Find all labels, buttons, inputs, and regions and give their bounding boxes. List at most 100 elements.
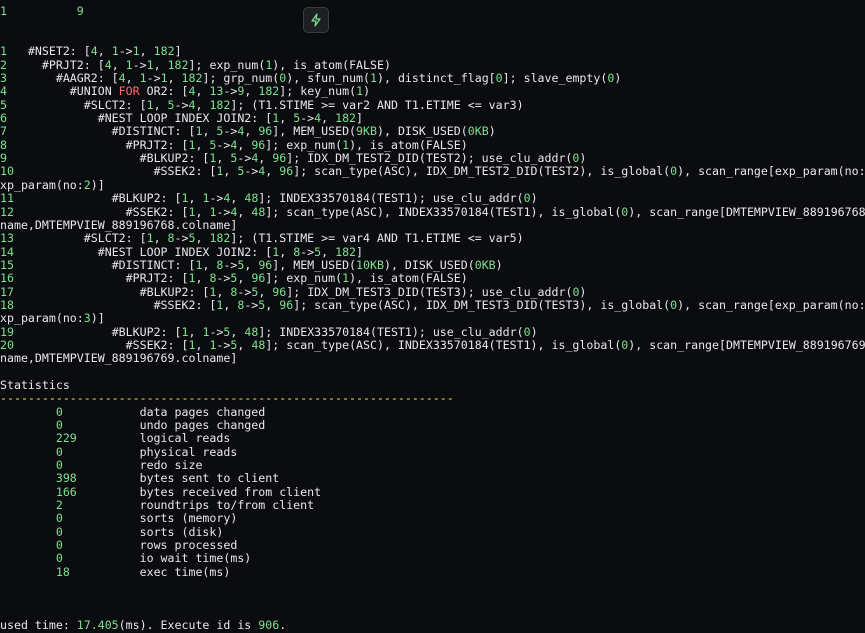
terminal-line: 5 #SLCT2: [1, 5->4, 182]; (T1.STIME >= v… [0,98,865,112]
terminal-text: -> [300,111,315,126]
terminal-text: , [223,297,238,312]
terminal-text: 6 [0,111,7,126]
terminal-text: 96 [279,297,294,312]
terminal-text: , [195,84,210,99]
terminal-text: -> [237,284,252,299]
terminal-text: 1 [132,44,140,59]
terminal-text: ], MEM_USED( [272,257,357,272]
terminal-text: ]; slave_empty( [502,71,608,86]
terminal-text: -> [223,257,238,272]
terminal-text: data pages changed [62,404,266,419]
terminal-text: , [216,284,231,299]
terminal-text: #NEST LOOP INDEX JOIN2: [ [6,111,273,126]
terminal-text: 48 [251,204,266,219]
terminal-text: 0 [0,524,63,539]
terminal-line: Statistics [0,378,865,392]
terminal-text: #NSET2: [ [6,44,91,59]
terminal-text: ]; IDX_DM_TEST3_DID(TEST3); use_clu_addr… [286,284,573,299]
terminal-text: 4 [118,71,126,86]
terminal-text: -> [223,84,238,99]
terminal-text: #UNION [6,84,119,99]
terminal-text: , [202,124,217,139]
terminal-text: , [216,151,231,166]
terminal-text: name,DMTEMPVIEW_889196769.colname] [0,351,238,366]
terminal-text: ] [174,44,182,59]
terminal-text: exec time(ms) [69,564,231,579]
lightning-button[interactable] [303,7,329,33]
terminal-line: 14 #NEST LOOP INDEX JOIN2: [1, 8->5, 182… [0,244,865,259]
terminal-text: , [244,257,259,272]
terminal-line: 18 #SSEK2: [1, 8->5, 96]; scan_type(ASC)… [0,297,865,312]
terminal-text: ), scan_range[exp_param(no: [677,297,865,312]
terminal-text: 0 [495,71,503,86]
terminal-text: -> [209,324,224,339]
terminal-text: 4 [90,44,98,59]
terminal-text: 96 [251,271,266,286]
terminal-text: -> [216,337,231,352]
terminal-text: 0 [523,324,531,339]
terminal-text: , [202,257,217,272]
terminal-text: 0 [0,404,63,419]
terminal-text: 17 [0,284,14,299]
terminal-text: )] [90,177,105,192]
terminal-text: 4 [0,84,7,99]
terminal-text: #SLCT2: [ [13,231,147,246]
terminal-text: , [195,204,210,219]
terminal-text: 0 [0,418,63,432]
terminal-text: , [321,244,336,259]
terminal-text: 182 [153,44,175,59]
terminal-text: 96 [279,164,294,179]
terminal-text: 229 [0,431,77,446]
terminal-line: 9 #BLKUP2: [1, 5->4, 96]; IDX_DM_TEST2_D… [0,151,865,166]
terminal-text: 3 [83,311,91,326]
terminal-text: 15 [0,257,14,272]
terminal-text: 2 [0,57,7,72]
terminal-text: #NEST LOOP INDEX JOIN2: [ [13,244,273,259]
terminal-line: 0 sorts (disk) [0,524,865,539]
terminal-text: 0 [0,551,63,566]
terminal-text: -> [174,231,189,246]
terminal-text: 1 [146,57,154,72]
terminal-text: 182 [335,244,357,259]
terminal-text: 0KB [467,124,489,139]
terminal-text: 2 [83,177,91,192]
terminal-text: . [279,618,287,633]
terminal-text: 906 [258,618,280,633]
terminal-output: ---------- ----------1 9 1 #NSET2: [4, 1… [0,0,865,633]
terminal-text: 182 [167,57,189,72]
terminal-text: 182 [335,111,357,126]
terminal-text: -> [244,297,259,312]
terminal-line: 15 #DISTINCT: [1, 8->5, 96], MEM_USED(10… [0,257,865,272]
terminal-text: -> [118,44,133,59]
terminal-text: ]; INDEX33570184(TEST1); use_clu_addr( [258,324,524,339]
terminal-text: , [195,137,210,152]
terminal-text: 7 [0,124,7,139]
terminal-text: 2 [0,498,63,513]
terminal-text: 0KB [474,257,496,272]
terminal-line: 0 redo size [0,458,865,472]
terminal-text: 48 [244,191,259,206]
terminal-text: ), scan_range[DMTEMPVIEW_889196768.col [628,204,865,219]
terminal-text: 8 [167,231,175,246]
terminal-line: used time: 17.405(ms). Execute id is 906… [0,618,865,633]
terminal-text: -> [216,204,231,219]
terminal-text: ] [356,111,364,126]
terminal-line: 2 roundtrips to/from client [0,498,865,513]
terminal-text: 4 [104,57,112,72]
terminal-text: #DISTINCT: [ [13,257,196,272]
terminal-text: 1 [146,231,154,246]
terminal-line: 4 #UNION FOR OR2: [4, 13->9, 182]; key_n… [0,85,865,98]
terminal-text: OR2: [ [139,84,189,99]
terminal-line: 13 #SLCT2: [1, 8->5, 182]; (T1.STIME >= … [0,232,865,245]
terminal-text: 1 [0,44,7,59]
terminal-text: , [153,57,168,72]
terminal-text: physical reads [62,444,238,459]
terminal-line: 0 undo pages changed [0,418,865,432]
terminal-text: ) [579,284,587,299]
terminal-text: 0 [0,511,63,526]
terminal-text: , [125,71,140,86]
terminal-text: ), scan_range[DMTEMPVIEW_889196769.col [628,337,865,352]
terminal-line: 11 #BLKUP2: [1, 1->4, 48]; INDEX33570184… [0,191,865,206]
terminal-text: 18 [0,564,70,579]
